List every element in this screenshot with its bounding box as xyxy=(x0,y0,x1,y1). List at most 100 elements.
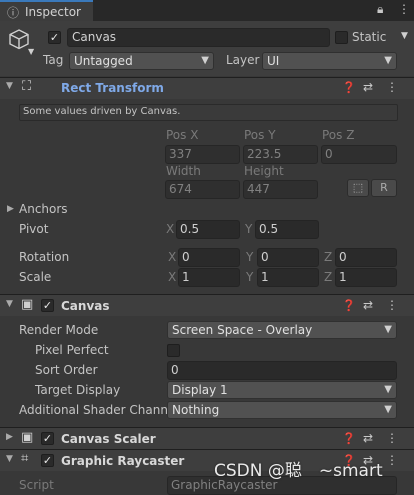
chevron-down-icon: ▼ xyxy=(201,55,209,66)
tab-inspector[interactable]: ⓘ Inspector xyxy=(0,0,93,21)
preset-icon[interactable]: ⇄ xyxy=(363,431,373,445)
info-icon: ⓘ xyxy=(7,6,20,20)
axis-z-label: Z xyxy=(324,250,333,264)
active-checkbox[interactable]: ✓ xyxy=(48,31,61,44)
blueprint-mode-button[interactable]: ⬚ xyxy=(347,179,369,197)
info-box: Some values driven by Canvas. xyxy=(19,104,398,121)
anchors-label[interactable]: Anchors xyxy=(19,202,68,216)
rect-transform-icon: ⛶ xyxy=(22,79,32,94)
pos-x-label: Pos X xyxy=(166,128,199,142)
foldout-arrow-icon[interactable]: ▼ xyxy=(6,299,13,309)
pos-y-label: Pos Y xyxy=(244,128,276,142)
render-mode-label: Render Mode xyxy=(19,323,99,337)
rotation-z-field[interactable]: 0 xyxy=(335,248,397,267)
scale-y-field[interactable]: 1 xyxy=(257,268,319,287)
chevron-down-icon: ▼ xyxy=(384,55,392,66)
axis-y-label: Y xyxy=(246,250,254,264)
component-title: Canvas xyxy=(61,299,110,313)
rect-transform-header[interactable]: ▼ ⛶ Rect Transform ❓ ⇄ ⋮ xyxy=(0,78,414,99)
pixel-perfect-checkbox[interactable] xyxy=(167,344,180,357)
gameobject-cube-icon xyxy=(9,29,29,50)
target-display-value: Display 1 xyxy=(172,383,228,397)
chevron-down-icon: ▼ xyxy=(384,384,392,395)
kebab-menu-icon[interactable]: ⋮ xyxy=(398,2,410,16)
pos-z-field[interactable]: 0 xyxy=(321,145,397,164)
foldout-arrow-icon[interactable]: ▶ xyxy=(6,432,13,442)
component-title: Canvas Scaler xyxy=(61,432,156,446)
gameobject-header: ▼ ✓ Canvas Static ▼ Tag Untagged ▼ Layer… xyxy=(0,21,414,76)
canvas-scaler-icon: ▣ xyxy=(21,430,34,445)
width-field: 674 xyxy=(165,180,240,199)
height-label: Height xyxy=(244,164,284,178)
tag-label: Tag xyxy=(43,53,64,67)
canvas-scaler-header[interactable]: ▶ ▣ ✓ Canvas Scaler ❓ ⇄ ⋮ xyxy=(0,428,414,449)
tab-bar: ⓘ Inspector 🔒︎ ⋮ xyxy=(0,0,414,21)
sort-order-input[interactable]: 0 xyxy=(167,361,397,380)
render-mode-dropdown[interactable]: Screen Space - Overlay ▼ xyxy=(167,321,397,339)
pos-x-field: 337 xyxy=(165,145,240,164)
component-title: Rect Transform xyxy=(61,81,164,95)
info-text: Some values driven by Canvas. xyxy=(23,106,181,117)
help-icon[interactable]: ❓ xyxy=(342,432,356,445)
pixel-perfect-label: Pixel Perfect xyxy=(35,343,109,357)
script-label: Script xyxy=(19,478,54,492)
axis-x-label: X xyxy=(168,250,177,264)
pivot-y-field[interactable]: 0.5 xyxy=(255,220,319,239)
scale-z-field[interactable]: 1 xyxy=(335,268,397,287)
shader-channels-value: Nothing xyxy=(172,403,220,417)
component-title: Graphic Raycaster xyxy=(61,454,185,468)
foldout-arrow-icon[interactable]: ▼ xyxy=(6,81,13,91)
pos-z-label: Pos Z xyxy=(322,128,355,142)
layer-value: UI xyxy=(267,54,280,68)
kebab-menu-icon[interactable]: ⋮ xyxy=(386,453,398,467)
static-label: Static xyxy=(352,30,387,44)
pivot-x-field[interactable]: 0.5 xyxy=(176,220,240,239)
scale-label: Scale xyxy=(19,270,52,284)
tag-dropdown[interactable]: Untagged ▼ xyxy=(69,52,214,70)
canvas-scaler-enabled-checkbox[interactable]: ✓ xyxy=(41,432,54,445)
chevron-down-icon[interactable]: ▼ xyxy=(28,47,34,56)
graphic-raycaster-enabled-checkbox[interactable]: ✓ xyxy=(41,454,54,467)
shader-channels-label: Additional Shader Channe xyxy=(19,403,167,417)
kebab-menu-icon[interactable]: ⋮ xyxy=(386,80,398,94)
rotation-label: Rotation xyxy=(19,250,70,264)
height-field: 447 xyxy=(243,180,318,199)
chevron-down-icon: ▼ xyxy=(384,324,392,335)
canvas-component-header[interactable]: ▼ ▣ ✓ Canvas ❓ ⇄ ⋮ xyxy=(0,295,414,316)
preset-icon[interactable]: ⇄ xyxy=(363,298,373,312)
target-display-dropdown[interactable]: Display 1 ▼ xyxy=(167,381,397,399)
canvas-icon: ▣ xyxy=(21,297,34,312)
rotation-y-field[interactable]: 0 xyxy=(257,248,319,267)
sort-order-label: Sort Order xyxy=(35,363,98,377)
foldout-arrow-icon[interactable]: ▼ xyxy=(6,454,13,464)
width-label: Width xyxy=(166,164,201,178)
graphic-raycaster-icon: ⌗ xyxy=(21,451,29,466)
layer-label: Layer xyxy=(226,53,260,67)
help-icon[interactable]: ❓ xyxy=(342,81,356,94)
tag-value: Untagged xyxy=(74,54,133,68)
axis-y-label: Y xyxy=(245,222,253,236)
axis-x-label: X xyxy=(168,270,177,284)
kebab-menu-icon[interactable]: ⋮ xyxy=(386,298,398,312)
shader-channels-dropdown[interactable]: Nothing ▼ xyxy=(167,401,397,419)
rotation-x-field[interactable]: 0 xyxy=(178,248,240,267)
raw-edit-button[interactable]: R xyxy=(371,179,397,197)
layer-dropdown[interactable]: UI ▼ xyxy=(262,52,397,70)
axis-x-label: X xyxy=(166,222,175,236)
preset-icon[interactable]: ⇄ xyxy=(363,80,373,94)
pos-y-field: 223.5 xyxy=(243,145,318,164)
lock-icon[interactable]: 🔒︎ xyxy=(377,2,383,17)
object-name-input[interactable]: Canvas xyxy=(67,28,330,47)
chevron-down-icon[interactable]: ▼ xyxy=(401,31,408,41)
pivot-label: Pivot xyxy=(19,222,49,236)
axis-z-label: Z xyxy=(324,270,333,284)
watermark-text: CSDN @聪 ~smart xyxy=(214,461,383,481)
help-icon[interactable]: ❓ xyxy=(342,299,356,312)
canvas-enabled-checkbox[interactable]: ✓ xyxy=(41,299,54,312)
scale-x-field[interactable]: 1 xyxy=(178,268,240,287)
tab-label: Inspector xyxy=(25,5,81,19)
target-display-label: Target Display xyxy=(35,383,121,397)
kebab-menu-icon[interactable]: ⋮ xyxy=(386,431,398,445)
foldout-arrow-icon[interactable]: ▶ xyxy=(7,204,14,214)
static-checkbox[interactable] xyxy=(335,31,348,44)
